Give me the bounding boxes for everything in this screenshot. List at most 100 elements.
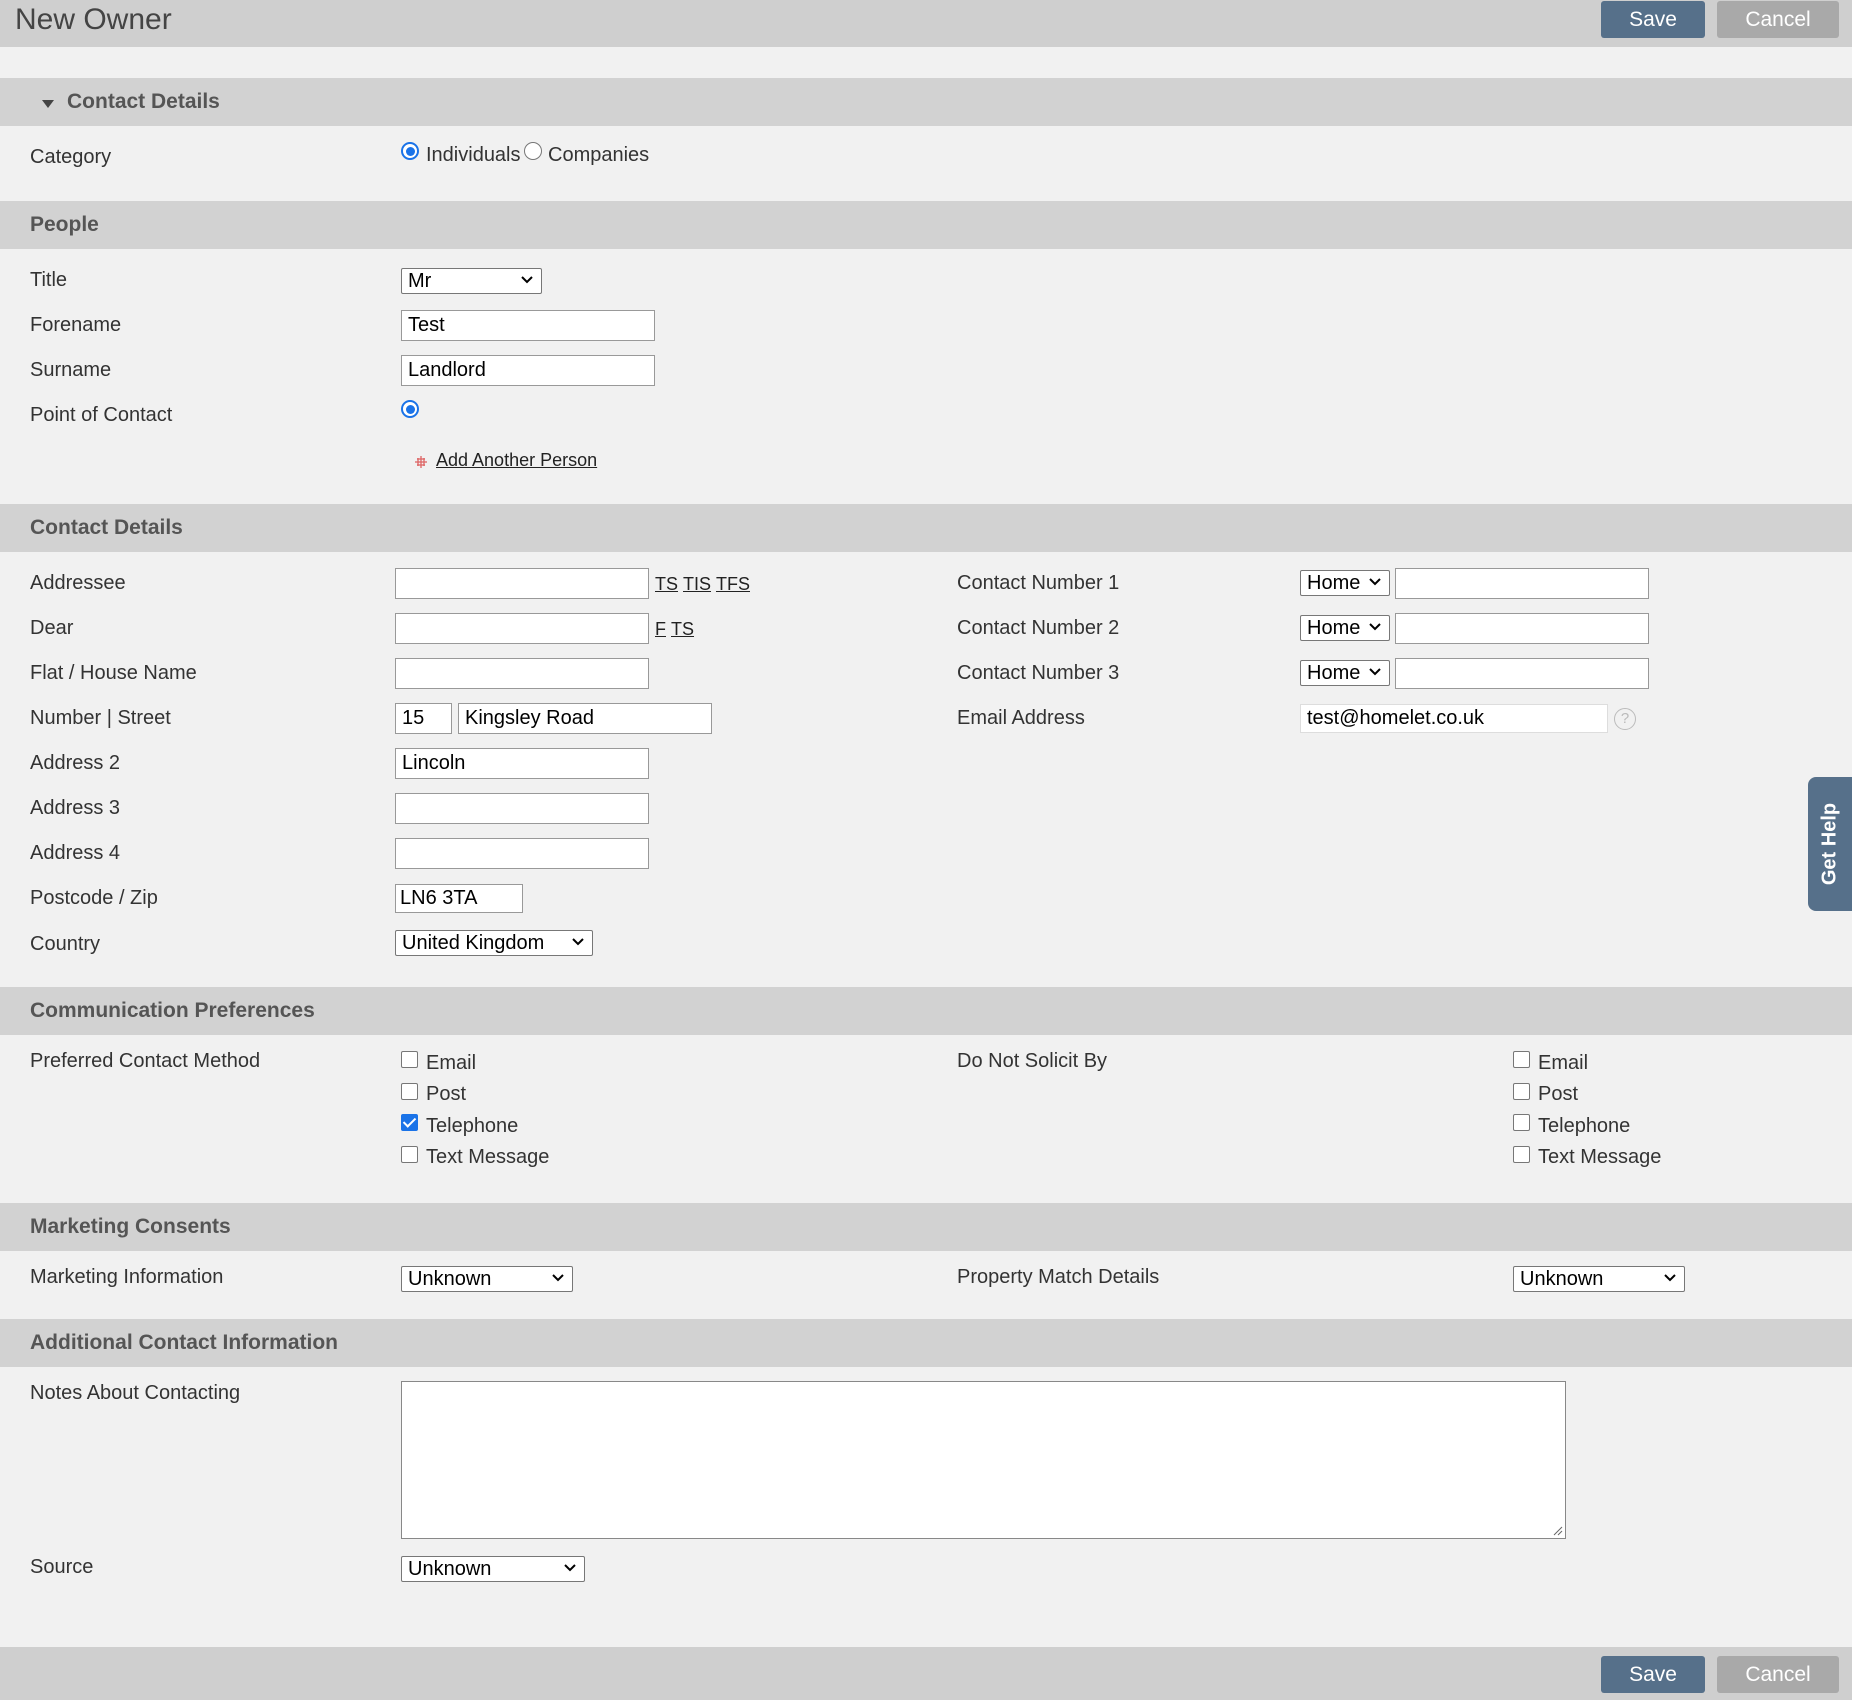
street-input[interactable]	[458, 703, 712, 734]
address-4-label: Address 4	[30, 842, 121, 864]
marketing-information-label: Marketing Information	[30, 1266, 224, 1288]
preferred-telephone-label: Telephone	[426, 1115, 519, 1137]
solicit-text-message-label: Text Message	[1538, 1146, 1662, 1168]
dear-link-ts[interactable]: TS	[671, 619, 694, 640]
contact-number-1-label: Contact Number 1	[957, 572, 1120, 594]
surname-input[interactable]	[401, 355, 655, 386]
chevron-down-icon	[521, 276, 533, 284]
contact-number-2-type-value: Home	[1307, 617, 1361, 639]
surname-label: Surname	[30, 359, 112, 381]
category-companies-radio[interactable]	[524, 142, 542, 160]
solicit-post-label: Post	[1538, 1083, 1579, 1105]
dear-link-f[interactable]: F	[655, 619, 666, 640]
additional-contact-information-band: Additional Contact Information	[0, 1319, 1852, 1367]
dear-label: Dear	[30, 617, 74, 639]
solicit-post-checkbox[interactable]	[1513, 1083, 1530, 1100]
country-select[interactable]: United Kingdom	[395, 930, 593, 956]
contact-number-2-label: Contact Number 2	[957, 617, 1120, 639]
country-label: Country	[30, 933, 101, 955]
address-3-label: Address 3	[30, 797, 121, 819]
addressee-input[interactable]	[395, 568, 649, 599]
marketing-consents-band: Marketing Consents	[0, 1203, 1852, 1251]
preferred-telephone-checkbox[interactable]	[401, 1114, 418, 1131]
solicit-text-message-checkbox[interactable]	[1513, 1146, 1530, 1163]
section-title-communication-preferences: Communication Preferences	[30, 999, 315, 1022]
section-title-contact-details: Contact Details	[30, 516, 183, 539]
source-select[interactable]: Unknown	[401, 1556, 585, 1582]
house-number-input[interactable]	[395, 703, 452, 734]
solicit-email-label: Email	[1538, 1052, 1589, 1074]
do-not-solicit-label: Do Not Solicit By	[957, 1050, 1108, 1072]
address-4-input[interactable]	[395, 838, 649, 869]
solicit-email-checkbox[interactable]	[1513, 1051, 1530, 1068]
contact-number-3-label: Contact Number 3	[957, 662, 1120, 684]
notes-about-contacting-label: Notes About Contacting	[30, 1382, 241, 1404]
dear-input[interactable]	[395, 613, 649, 644]
contact-number-1-input[interactable]	[1395, 568, 1649, 599]
preferred-contact-method-label: Preferred Contact Method	[30, 1050, 261, 1072]
addressee-link-tis[interactable]: TIS	[683, 574, 711, 595]
email-address-input[interactable]	[1300, 704, 1608, 733]
address-3-input[interactable]	[395, 793, 649, 824]
forename-input[interactable]	[401, 310, 655, 341]
preferred-email-label: Email	[426, 1052, 477, 1074]
title-select[interactable]: Mr	[401, 268, 542, 294]
address-2-input[interactable]	[395, 748, 649, 779]
footer-save-button[interactable]: Save	[1601, 1656, 1705, 1693]
preferred-text-message-label: Text Message	[426, 1146, 550, 1168]
chevron-down-icon	[1369, 668, 1381, 676]
category-individuals-label: Individuals	[426, 144, 521, 166]
notes-about-contacting-textarea[interactable]	[401, 1381, 1566, 1539]
add-another-person-link[interactable]: Add Another Person	[436, 450, 597, 471]
solicit-telephone-checkbox[interactable]	[1513, 1114, 1530, 1131]
contact-number-1-type-select[interactable]: Home	[1300, 570, 1390, 596]
addressee-label: Addressee	[30, 572, 126, 594]
property-match-details-value: Unknown	[1520, 1268, 1604, 1290]
section-title-contact-details-top: Contact Details	[67, 90, 220, 113]
chevron-down-icon	[1664, 1274, 1676, 1282]
postcode-input[interactable]	[395, 884, 523, 913]
title-select-value: Mr	[408, 270, 432, 292]
point-of-contact-label: Point of Contact	[30, 404, 173, 426]
addressee-link-ts[interactable]: TS	[655, 574, 678, 595]
property-match-details-select[interactable]: Unknown	[1513, 1266, 1685, 1292]
source-select-value: Unknown	[408, 1558, 492, 1580]
add-person-icon[interactable]	[414, 455, 428, 469]
email-address-label: Email Address	[957, 707, 1085, 729]
flat-house-name-input[interactable]	[395, 658, 649, 689]
contact-number-3-type-select[interactable]: Home	[1300, 660, 1390, 686]
contact-number-2-input[interactable]	[1395, 613, 1649, 644]
contact-details-band: Contact Details	[0, 504, 1852, 552]
footer-cancel-button[interactable]: Cancel	[1717, 1656, 1839, 1693]
cancel-button[interactable]: Cancel	[1717, 1, 1839, 38]
title-label: Title	[30, 269, 68, 291]
addressee-link-tfs[interactable]: TFS	[716, 574, 750, 595]
preferred-post-label: Post	[426, 1083, 467, 1105]
contact-number-3-input[interactable]	[1395, 658, 1649, 689]
preferred-post-checkbox[interactable]	[401, 1083, 418, 1100]
preferred-email-checkbox[interactable]	[401, 1051, 418, 1068]
point-of-contact-radio[interactable]	[401, 400, 419, 418]
chevron-down-icon	[1369, 623, 1381, 631]
category-companies-label: Companies	[548, 144, 650, 166]
caret-down-icon	[42, 100, 54, 108]
chevron-down-icon	[1369, 578, 1381, 586]
marketing-information-value: Unknown	[408, 1268, 492, 1290]
contact-number-2-type-select[interactable]: Home	[1300, 615, 1390, 641]
marketing-information-select[interactable]: Unknown	[401, 1266, 573, 1292]
address-2-label: Address 2	[30, 752, 121, 774]
chevron-down-icon	[572, 938, 584, 946]
category-individuals-radio[interactable]	[401, 142, 419, 160]
contact-number-3-type-value: Home	[1307, 662, 1361, 684]
resize-handle-icon[interactable]	[1553, 1526, 1563, 1536]
get-help-label: Get Help	[1818, 802, 1841, 886]
country-select-value: United Kingdom	[402, 932, 545, 954]
forename-label: Forename	[30, 314, 122, 336]
get-help-tab[interactable]: Get Help	[1808, 777, 1852, 911]
people-band: People	[0, 201, 1852, 249]
contact-details-toggle-band[interactable]: Contact Details	[0, 78, 1852, 126]
help-icon[interactable]: ?	[1614, 708, 1636, 730]
chevron-down-icon	[552, 1274, 564, 1282]
save-button[interactable]: Save	[1601, 1, 1705, 38]
preferred-text-message-checkbox[interactable]	[401, 1146, 418, 1163]
